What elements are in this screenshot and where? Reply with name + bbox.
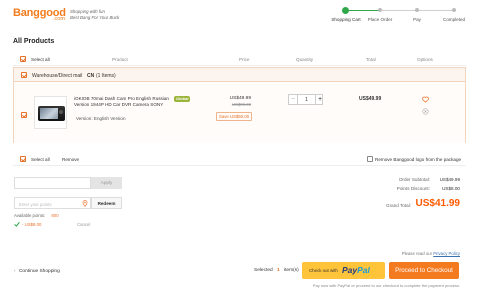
points-input[interactable]: Enter your points [14,197,91,209]
item-old-price: US$99.99 [231,102,251,107]
coupon-input[interactable] [14,177,91,189]
quantity-increase-button[interactable]: + [315,95,324,104]
continue-shopping-link[interactable]: ‹ Continue Shopping [14,269,60,274]
points-discount-value: - US$8.00 [22,221,42,227]
proceed-to-checkout-button[interactable]: Proceed to Checkout [389,262,459,279]
paypal-logo-pal: Pal [357,265,370,275]
points-input-placeholder: Enter your points [19,201,52,207]
available-points-label: Available points: [14,213,46,218]
order-subtotal-label: Order Subtotal: [398,177,430,182]
cart-item: iOKIOB 70mai Dash Cam Pro English Russia… [14,82,465,143]
selected-suffix: item(s) [284,268,299,273]
column-price: Price [239,57,250,62]
logo-tagline: Shopping with fun [70,9,105,14]
warehouse-header: Warehouse/Direct mail CN (1 Items) [14,68,465,82]
select-all-checkbox[interactable] [20,56,26,62]
available-points-value: 800 [51,213,59,218]
selected-prefix: Selected [254,268,273,273]
chevron-left-icon: ‹ [14,269,16,274]
remove-item-icon[interactable] [422,108,429,115]
paypal-logo-pay: Pay [342,265,358,275]
product-image[interactable] [34,96,67,129]
step-dot-completed [452,8,456,12]
privacy-policy-link[interactable]: Privacy Policy [433,251,460,256]
cancel-points-link[interactable]: Cancel [77,222,90,227]
column-options: Options [417,57,433,62]
remove-logo-checkbox[interactable] [367,156,373,162]
paypal-logo: PayPal [342,265,370,275]
payment-note: Pay now with PayPal or proceed to our ch… [312,283,460,288]
step-label-pay: Pay [413,17,421,22]
step-label-order: Place Order [367,17,393,22]
remove-selected-link[interactable]: Remove [62,157,79,162]
dash-cam-image [38,106,65,121]
save-badge: Save US$50.00 [216,112,253,121]
order-subtotal-value: US$49.99 [439,177,460,182]
cart-header: Select all Product Price Quantity Total … [13,52,466,66]
warehouse-code: CN [87,72,95,79]
product-variant: Version: English Version [76,116,126,121]
grand-total-value: US$41.99 [415,198,460,209]
warehouse-checkbox[interactable] [21,72,27,78]
quantity-decrease-button[interactable]: − [289,95,298,104]
column-product: Product [112,57,128,62]
step-label-completed: Completed [442,17,466,22]
step-dot-pay [415,8,419,12]
privacy-prefix: Please read our [401,251,433,256]
global-badge: Global [174,96,191,102]
quantity-stepper: − 1 + [288,94,323,105]
warehouse-group: Warehouse/Direct mail CN (1 Items) iOKIO… [13,67,466,143]
column-total: Total [366,57,376,62]
selected-number: 1 [277,268,280,273]
apply-coupon-button[interactable]: Apply [91,177,122,189]
column-quantity: Quantity [296,57,314,62]
step-dot-order [378,8,382,12]
remove-logo-label: Remove Banggood logo from the package [375,157,462,162]
product-title[interactable]: iOKIOB 70mai Dash Cam Pro English Russia… [74,96,180,108]
progress-line-done [345,10,380,11]
select-all-label: Select all [31,57,50,62]
progress-steps: Shopping Cart Place Order Pay Completed [320,5,470,25]
page-title: All Products [13,38,55,45]
cart-bottom-bar: Select all Remove Remove Banggood logo f… [13,152,466,166]
bottom-select-all-label: Select all [31,157,50,162]
grand-total-label: Grand Total: [386,203,411,208]
points-applied-row: - US$8.00 Cancel [14,221,124,229]
logo-tagline-2: Best Bang For Your Buck [70,15,120,20]
selected-count: Selected 1 item(s) [254,268,299,273]
warehouse-name: Warehouse/Direct mail [32,72,83,79]
bottom-select-all-checkbox[interactable] [20,156,26,162]
privacy-note: Please read our Privacy Policy [360,251,460,256]
item-checkbox[interactable] [21,112,27,118]
wishlist-heart-icon[interactable] [422,96,429,103]
item-total: US$49.99 [359,96,382,102]
paypal-checkout-button[interactable]: Check out with PayPal [302,262,385,279]
step-dot-cart [342,7,349,14]
points-discount-summary: US$8.00 [442,186,460,191]
warehouse-count: (1 Items) [96,72,116,79]
continue-shopping-label: Continue Shopping [18,269,60,274]
redeem-button[interactable]: Redeem [91,197,122,209]
paypal-prefix: Check out with [309,267,338,273]
quantity-input[interactable]: 1 [298,95,315,104]
check-icon [14,221,20,227]
item-price: US$49.99 [229,96,251,101]
available-points: Available points: 800 [14,213,59,218]
points-location-icon [82,200,88,207]
points-discount-label: Points Discount: [396,186,430,191]
logo-com: .com [53,16,65,22]
step-label-cart: Shopping Cart [331,17,361,22]
